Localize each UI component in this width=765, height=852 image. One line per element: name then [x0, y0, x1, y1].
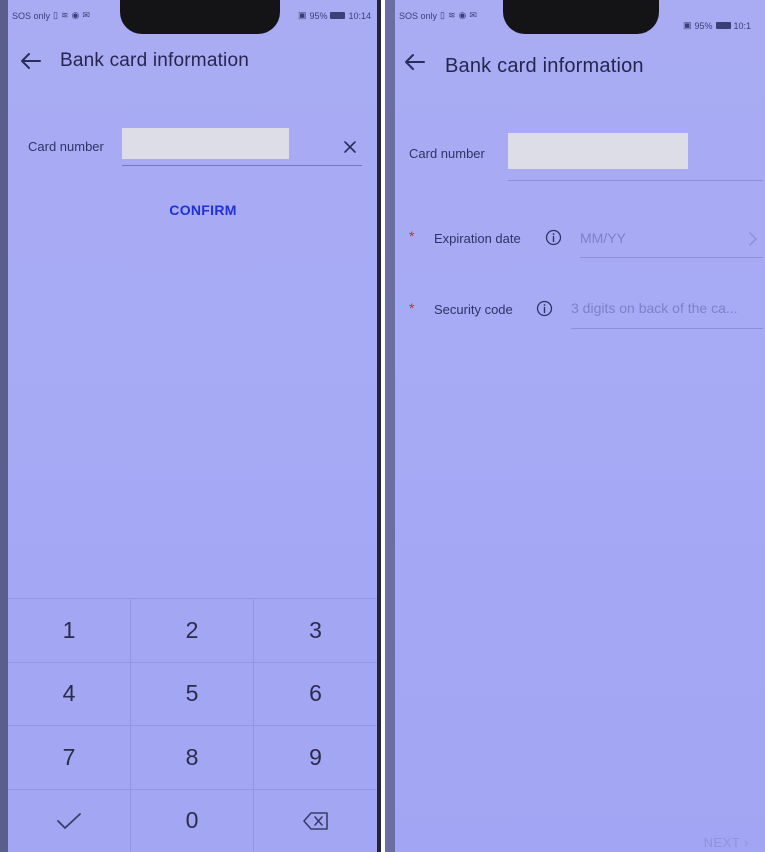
status-bar-right: ▣ 95% 10:1: [683, 20, 751, 31]
chevron-right-icon: [749, 232, 757, 246]
battery-percent: 95%: [694, 20, 713, 31]
nfc-icon: ▣: [297, 10, 307, 20]
screenshot-stage: SOS only ▯ ≋ ◉ ✉ ▣ 95% 10:14 Bank card i…: [0, 0, 765, 852]
next-button[interactable]: NEXT ›: [704, 835, 749, 850]
page-title: Bank card information: [60, 50, 250, 71]
clock: 10:1: [733, 20, 752, 31]
key-7[interactable]: 7: [8, 725, 131, 789]
eye-icon: ◉: [458, 10, 467, 20]
required-marker: *: [409, 300, 415, 316]
network-status-text: SOS only: [12, 10, 51, 21]
back-arrow-icon[interactable]: [20, 52, 42, 70]
numeric-keypad: 1 2 3 4 5 6 7 8 9 0: [8, 598, 377, 852]
close-icon[interactable]: [343, 140, 357, 154]
camera-notch: [503, 0, 659, 34]
required-marker: *: [409, 228, 415, 244]
status-bar-left: SOS only ▯ ≋ ◉ ✉: [12, 10, 90, 21]
battery-percent: 95%: [309, 10, 328, 21]
expiration-date-label: Expiration date: [434, 231, 521, 246]
mail-icon: ✉: [469, 10, 477, 20]
sim-icon: ▯: [53, 10, 58, 20]
battery-icon: [715, 22, 731, 29]
key-6[interactable]: 6: [254, 661, 377, 726]
network-status-text: SOS only: [399, 10, 438, 21]
info-icon[interactable]: [545, 229, 562, 246]
card-number-input[interactable]: [508, 133, 688, 169]
key-2[interactable]: 2: [131, 598, 254, 662]
check-icon: [57, 812, 81, 829]
key-4[interactable]: 4: [8, 661, 131, 725]
chevron-right-icon: ›: [744, 835, 749, 850]
security-underline: [571, 328, 763, 329]
page-title: Bank card information: [445, 55, 644, 77]
card-number-input[interactable]: [122, 128, 289, 159]
card-number-label: Card number: [28, 139, 104, 154]
security-code-input[interactable]: 3 digits on back of the ca...: [571, 300, 763, 316]
key-0[interactable]: 0: [131, 788, 254, 852]
key-1[interactable]: 1: [8, 598, 131, 662]
confirm-button[interactable]: CONFIRM: [158, 202, 248, 218]
battery-icon: [330, 12, 346, 19]
backspace-icon: [302, 811, 328, 830]
key-3[interactable]: 3: [254, 598, 377, 662]
back-arrow-icon[interactable]: [404, 53, 426, 71]
key-confirm[interactable]: [8, 788, 131, 852]
key-delete[interactable]: [254, 788, 377, 852]
security-code-label: Security code: [434, 302, 513, 317]
card-number-label: Card number: [409, 146, 485, 161]
status-bar-right: ▣ 95% 10:14: [298, 10, 371, 21]
info-icon[interactable]: [536, 300, 553, 317]
key-8[interactable]: 8: [131, 725, 254, 789]
camera-notch: [120, 0, 280, 34]
mail-icon: ✉: [82, 10, 90, 20]
key-5[interactable]: 5: [131, 661, 254, 725]
phone-screen-card-details: SOS only ▯ ≋ ◉ ✉ ▣ 95% 10:1 Bank card in…: [385, 0, 765, 852]
expiration-underline: [580, 257, 763, 258]
nfc-icon: ▣: [683, 20, 692, 30]
next-label: NEXT: [703, 835, 741, 850]
card-number-underline: [508, 180, 763, 181]
eye-icon: ◉: [71, 10, 80, 20]
clock: 10:14: [348, 10, 371, 21]
status-bar-left: SOS only ▯ ≋ ◉ ✉: [399, 10, 477, 21]
sim-icon: ▯: [440, 10, 445, 20]
card-number-underline: [122, 165, 362, 166]
wifi-icon: ≋: [60, 10, 69, 20]
phone-screen-card-number: SOS only ▯ ≋ ◉ ✉ ▣ 95% 10:14 Bank card i…: [0, 0, 381, 852]
wifi-icon: ≋: [447, 10, 456, 20]
key-9[interactable]: 9: [254, 725, 377, 789]
expiration-date-input[interactable]: MM/YY: [580, 230, 740, 246]
